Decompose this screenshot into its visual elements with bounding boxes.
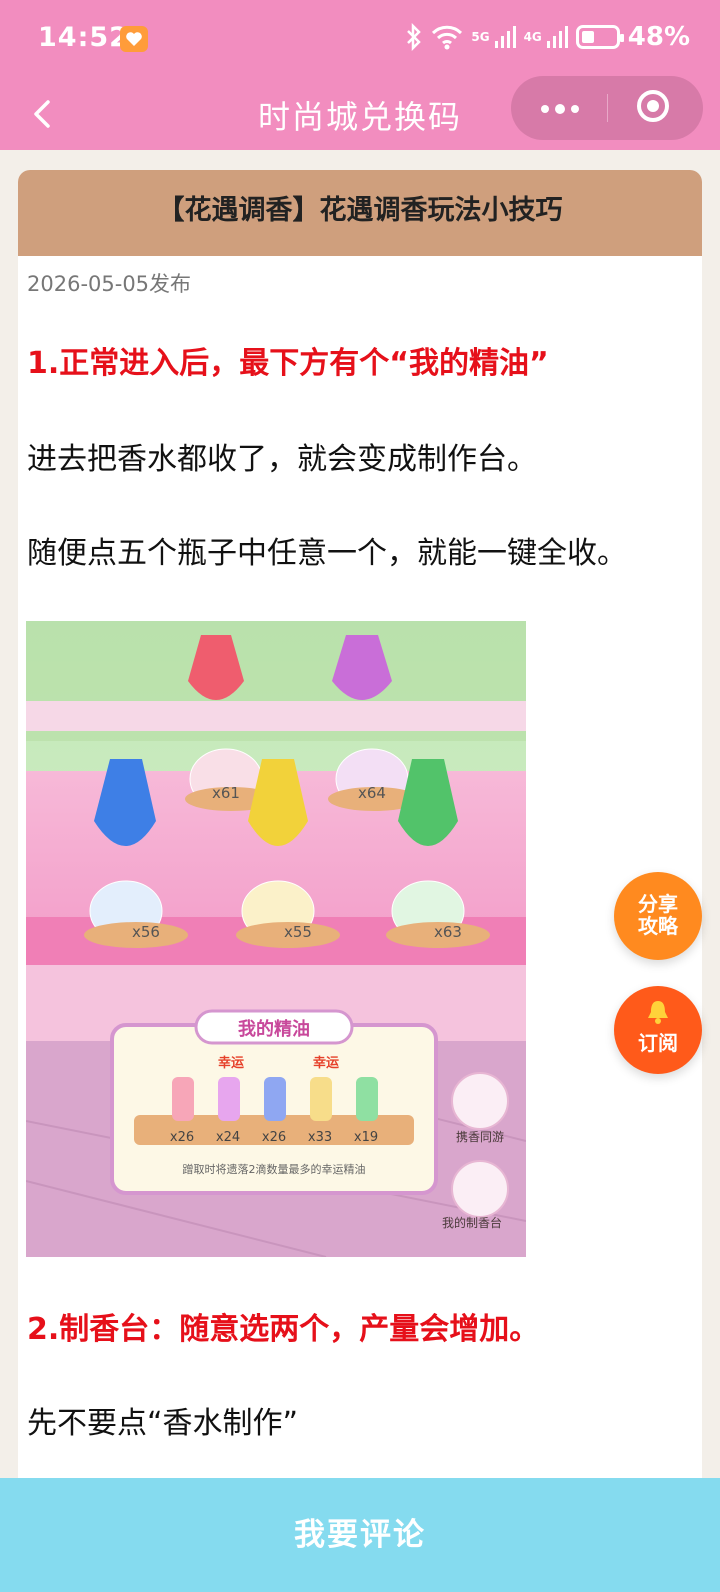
paragraph: 进去把香水都收了，就会变成制作台。 [27, 442, 537, 477]
signal-icon-2 [546, 26, 568, 48]
more-dot [555, 104, 565, 114]
signal-4g-label: 4G [523, 30, 542, 44]
oil-count: x24 [216, 1130, 240, 1145]
paragraph: 先不要点“香水制作” [27, 1406, 299, 1441]
signal-5g-label: 5G [471, 30, 490, 44]
status-time: 14:52 [38, 22, 129, 53]
oil-count: x33 [308, 1130, 332, 1145]
panel-title: 我的精油 [238, 1018, 310, 1040]
section-heading-1: 1.正常进入后，最下方有个“我的精油” [27, 346, 549, 381]
share-label-line1: 分享 [638, 892, 678, 916]
count-label: x56 [132, 923, 160, 941]
status-indicators: 5G 4G 48% [405, 22, 690, 52]
app-notification-icon [120, 26, 148, 52]
panel-note: 蹭取时将遗落2滴数量最多的幸运精油 [183, 1162, 366, 1176]
share-label-line2: 攻略 [638, 914, 678, 938]
battery-percent: 48% [627, 22, 690, 52]
share-guide-button[interactable]: 分享 攻略 [614, 872, 702, 960]
paragraph: 随便点五个瓶子中任意一个，就能一键全收。 [27, 536, 627, 571]
publish-date: 2026-05-05发布 [27, 272, 192, 296]
battery-icon [575, 25, 624, 49]
lucky-tag: 幸运 [218, 1055, 244, 1071]
oil-count: x26 [262, 1130, 286, 1145]
count-label: x61 [212, 784, 240, 802]
mini-program-capsule [511, 76, 703, 140]
subscribe-label: 订阅 [638, 1031, 678, 1055]
side-label: 我的制香台 [442, 1215, 502, 1230]
lucky-tag: 幸运 [313, 1055, 339, 1071]
more-dot [571, 105, 579, 113]
write-comment-button[interactable]: 我要评论 [0, 1478, 720, 1592]
bell-icon [648, 1001, 668, 1024]
count-label: x64 [358, 784, 386, 802]
game-screenshot-image[interactable]: x61 x64 x56 x55 x63 我的精油 幸运 幸运 x26 x24 x… [26, 621, 526, 1257]
section-heading-2: 2.制香台：随意选两个，产量会增加。 [27, 1312, 540, 1347]
subscribe-button[interactable]: 订阅 [614, 986, 702, 1074]
more-button[interactable] [511, 76, 607, 140]
count-label: x55 [284, 923, 312, 941]
oil-count: x26 [170, 1130, 194, 1145]
close-miniprogram-button[interactable] [607, 76, 703, 140]
wifi-icon [432, 25, 463, 50]
side-label: 携香同游 [456, 1129, 504, 1144]
article-card: 【花遇调香】花遇调香玩法小技巧 2026-05-05发布 1.正常进入后，最下方… [18, 170, 702, 1480]
status-bar: 14:52 5G 4G 48% [0, 0, 720, 80]
target-icon-center [647, 100, 659, 112]
oil-count: x19 [354, 1130, 378, 1145]
bluetooth-icon [407, 23, 422, 51]
signal-icon [494, 26, 516, 48]
count-label: x63 [434, 923, 462, 941]
more-dot [541, 105, 549, 113]
article-title: 【花遇调香】花遇调香玩法小技巧 [18, 170, 702, 256]
